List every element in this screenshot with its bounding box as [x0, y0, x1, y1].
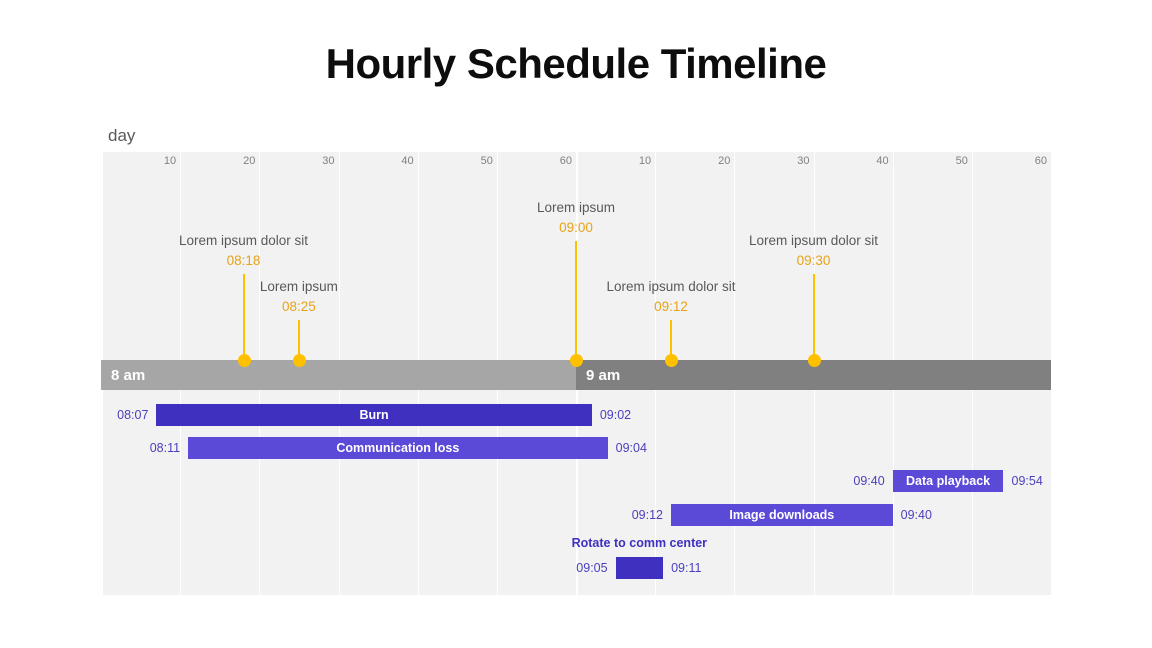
task-end-time: 09:02: [599, 408, 632, 422]
task-start-time: 08:07: [117, 408, 149, 422]
task-bar-label: Image downloads: [729, 508, 835, 522]
milestone-description: Lorem ipsum dolor sit: [606, 279, 736, 294]
axis-tick-label: 50: [955, 155, 968, 167]
task-start-time: 09:40: [853, 474, 885, 488]
milestone-time: 08:25: [282, 299, 316, 314]
task-bar-label: Burn: [359, 408, 389, 422]
milestone-time: 09:00: [559, 220, 593, 235]
task-bar-label: Rotate to comm center: [571, 536, 708, 550]
milestone-description: Lorem ipsum dolor sit: [748, 233, 879, 248]
gridline: [1051, 152, 1053, 595]
axis-tick-label: 10: [163, 155, 177, 167]
milestone-dot-icon[interactable]: [570, 354, 583, 367]
task-end-time: 09:11: [671, 561, 702, 575]
milestone-text: Lorem ipsum dolor sit 08:18: [179, 232, 308, 272]
milestone-text: Lorem ipsum dolor sit 09:30: [749, 232, 878, 272]
task-bar[interactable]: Image downloads: [671, 504, 893, 526]
milestone-dot-icon[interactable]: [237, 354, 251, 367]
axis-tick-label: 10: [638, 155, 652, 167]
hour-band-label: 8 am: [111, 366, 146, 384]
task-end-time: 09:40: [900, 508, 932, 522]
axis-tick-label: 50: [480, 155, 493, 167]
task-bar-label: Communication loss: [336, 441, 460, 455]
task-bar[interactable]: Data playback: [892, 470, 1004, 492]
task-bar[interactable]: Rotate to comm center: [572, 536, 707, 579]
hour-band-label: 9 am: [586, 366, 621, 384]
milestone-text: Lorem ipsum 09:00: [537, 199, 615, 239]
milestone-description: Lorem ipsum: [536, 200, 616, 215]
task-start-time: 08:11: [149, 441, 181, 455]
axis-tick-label: 60: [559, 155, 572, 167]
milestone-time: 09:30: [796, 253, 831, 268]
milestone-description: Lorem ipsum: [259, 279, 338, 294]
task-bar[interactable]: Communication loss: [188, 437, 608, 459]
timeline-plot-area: 10 20 30 40 50 60 10 20 30 40 50 60 8 am 9 am Lorem …: [101, 152, 1053, 595]
milestone-stem: [812, 274, 815, 360]
page-title: Hourly Schedule Timeline: [325, 40, 827, 87]
axis-tick-label: 40: [401, 155, 414, 167]
task-start-time: 09:12: [631, 508, 663, 522]
milestone-time: 09:12: [654, 299, 688, 314]
axis-tick-label: 60: [1034, 155, 1047, 167]
axis-tick-label: 30: [797, 155, 810, 167]
milestone-dot-icon[interactable]: [292, 354, 306, 367]
milestone-text: Lorem ipsum 08:25: [260, 278, 338, 318]
axis-tick-label: 20: [243, 155, 256, 167]
task-bar[interactable]: Burn: [156, 404, 592, 426]
milestone-text: Lorem ipsum dolor sit 09:12: [606, 278, 735, 318]
milestone-dot-icon[interactable]: [807, 354, 821, 367]
milestone-description: Lorem ipsum dolor sit: [178, 233, 309, 248]
task-end-time: 09:54: [1011, 474, 1043, 488]
milestone-dot-icon[interactable]: [665, 354, 678, 367]
axis-tick-label: 20: [718, 155, 731, 167]
axis-tick-label: 40: [876, 155, 889, 167]
milestone-stem: [575, 241, 577, 360]
group-label: day: [108, 126, 136, 145]
milestone-stem: [242, 274, 245, 360]
task-bar-label: Data playback: [906, 474, 991, 488]
axis-tick-label: 30: [322, 155, 335, 167]
task-end-time: 09:04: [615, 441, 647, 455]
milestone-time: 08:18: [226, 253, 261, 268]
task-start-time: 09:05: [576, 561, 608, 575]
hour-band: 8 am: [101, 360, 576, 390]
